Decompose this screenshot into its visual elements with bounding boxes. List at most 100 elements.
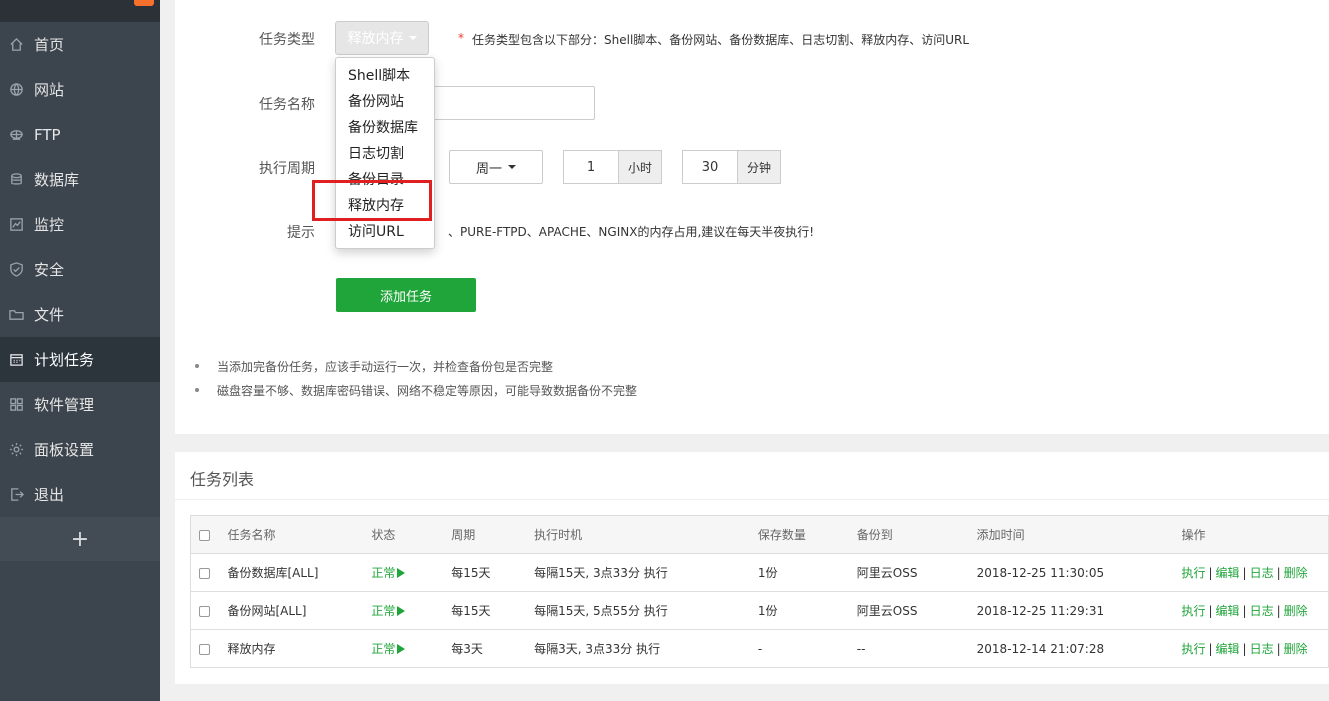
row-checkbox[interactable] [199,567,210,579]
minute-input[interactable]: 30 [682,150,738,184]
weekday-value: 周一 [475,161,502,177]
sidebar-item-database[interactable]: 数据库 [0,157,160,202]
calendar-icon [8,352,24,368]
edit-link[interactable]: 编辑 [1216,642,1240,656]
folder-icon [8,307,24,323]
delete-link[interactable]: 删除 [1284,566,1308,580]
task-type-label: 任务类型 [259,32,315,48]
run-link[interactable]: 执行 [1181,642,1205,656]
ops-cell: 执行 | 编辑 | 日志 | 删除 [1181,553,1329,592]
sidebar-item-website[interactable]: 网站 [0,67,160,112]
required-star: * [458,31,464,45]
sidebar-item-monitor[interactable]: 监控 [0,202,160,247]
column-header: 状态 [371,515,452,554]
log-link[interactable]: 日志 [1250,566,1274,580]
dropdown-option-backup-db[interactable]: 备份数据库 [336,115,434,141]
add-task-button[interactable]: 添加任务 [336,278,476,312]
row-checkbox[interactable] [199,605,210,617]
keep-cell: 1份 [757,553,857,592]
globe-icon [8,82,24,98]
task-name-input[interactable] [427,86,595,120]
cycle-cell: 每15天 [451,553,535,592]
dropdown-option-access-url[interactable]: 访问URL [336,219,434,245]
sidebar-item-label: 计划任务 [34,351,95,369]
timing-cell: 每隔3天, 3点33分 执行 [534,629,758,668]
table-header-row: 任务名称 状态 周期 执行时机 保存数量 备份到 添加时间 操作 [190,515,1329,554]
sidebar-item-home[interactable]: 首页 [0,22,160,67]
task-name-cell: 备份网站[ALL] [212,591,372,630]
sidebar: 首页 网站 FTP 数据库 监控 安全 文件 计划任务 软件管理 面板设置 退出… [0,0,160,701]
status-cell[interactable]: 正常 [371,591,452,630]
task-type-select[interactable]: 释放内存 [335,21,429,55]
sidebar-item-label: 面板设置 [34,441,95,459]
notes-list: 当添加完备份任务，应该手动运行一次，并检查备份包是否完整 磁盘容量不够、数据库密… [195,354,637,402]
backup-to-cell: 阿里云OSS [856,553,977,592]
run-link[interactable]: 执行 [1181,604,1205,618]
dropdown-option-backup-site[interactable]: 备份网站 [336,89,434,115]
edit-link[interactable]: 编辑 [1216,566,1240,580]
play-icon [397,606,406,616]
chevron-down-icon [408,36,417,40]
backup-to-cell: -- [856,629,977,668]
timing-cell: 每隔15天, 5点55分 执行 [534,591,758,630]
sidebar-item-label: 退出 [34,486,65,504]
column-header: 操作 [1181,515,1329,554]
weekday-select[interactable]: 周一 [449,150,543,184]
task-table: 任务名称 状态 周期 执行时机 保存数量 备份到 添加时间 操作 备份数据库[A… [190,515,1329,668]
sidebar-item-cron[interactable]: 计划任务 [0,337,160,382]
cycle-cell: 每15天 [451,591,535,630]
tip-label: 提示 [287,225,315,241]
backup-to-cell: 阿里云OSS [856,591,977,630]
sidebar-item-files[interactable]: 文件 [0,292,160,337]
notification-badge[interactable] [134,0,154,6]
sidebar-item-software[interactable]: 软件管理 [0,382,160,427]
delete-link[interactable]: 删除 [1284,642,1308,656]
chevron-down-icon [508,165,516,169]
sidebar-item-logout[interactable]: 退出 [0,472,160,517]
hour-unit: 小时 [619,150,662,184]
run-link[interactable]: 执行 [1181,566,1205,580]
highlight-annotation [312,180,432,221]
logout-icon [8,487,24,503]
task-list-title: 任务列表 [190,470,255,489]
keep-cell: 1份 [757,591,857,630]
sidebar-item-ftp[interactable]: FTP [0,112,160,157]
table-row: 释放内存 正常 每3天 每隔3天, 3点33分 执行 - -- 2018-12-… [190,629,1329,668]
dropdown-option-shell[interactable]: Shell脚本 [336,63,434,89]
sidebar-item-security[interactable]: 安全 [0,247,160,292]
status-cell[interactable]: 正常 [371,553,452,592]
task-type-value: 释放内存 [347,31,404,47]
task-name-cell: 释放内存 [212,629,372,668]
log-link[interactable]: 日志 [1250,642,1274,656]
sidebar-item-label: FTP [34,125,61,144]
status-text: 正常 [371,566,396,580]
sidebar-nav: 首页 网站 FTP 数据库 监控 安全 文件 计划任务 软件管理 面板设置 退出 [0,22,160,517]
sidebar-item-label: 首页 [34,36,65,54]
column-header: 周期 [451,515,535,554]
bullet-icon [195,388,199,392]
log-link[interactable]: 日志 [1250,604,1274,618]
sidebar-item-label: 网站 [34,81,65,99]
table-row: 备份数据库[ALL] 正常 每15天 每隔15天, 3点33分 执行 1份 阿里… [190,553,1329,592]
edit-link[interactable]: 编辑 [1216,604,1240,618]
status-cell[interactable]: 正常 [371,629,452,668]
play-icon [397,644,406,654]
task-list-panel: 任务列表 任务名称 状态 周期 执行时机 保存数量 备份到 添加时间 操作 备份… [175,452,1329,684]
cycle-cell: 每3天 [451,629,535,668]
gear-icon [8,442,24,458]
select-all-checkbox[interactable] [199,529,210,541]
note-text: 磁盘容量不够、数据库密码错误、网络不稳定等原因，可能导致数据备份不完整 [217,383,638,398]
hour-input[interactable]: 1 [563,150,619,184]
added-time-cell: 2018-12-25 11:29:31 [976,591,1182,630]
row-checkbox[interactable] [199,643,210,655]
note-text: 当添加完备份任务，应该手动运行一次，并检查备份包是否完整 [217,359,554,374]
delete-link[interactable]: 删除 [1284,604,1308,618]
sidebar-item-label: 监控 [34,216,65,234]
sidebar-item-label: 文件 [34,306,65,324]
add-shortcut-button[interactable]: + [0,517,160,561]
sidebar-item-label: 软件管理 [34,396,95,414]
dropdown-option-log-cut[interactable]: 日志切割 [336,141,434,167]
column-header: 保存数量 [757,515,857,554]
sidebar-item-settings[interactable]: 面板设置 [0,427,160,472]
column-header: 执行时机 [534,515,758,554]
